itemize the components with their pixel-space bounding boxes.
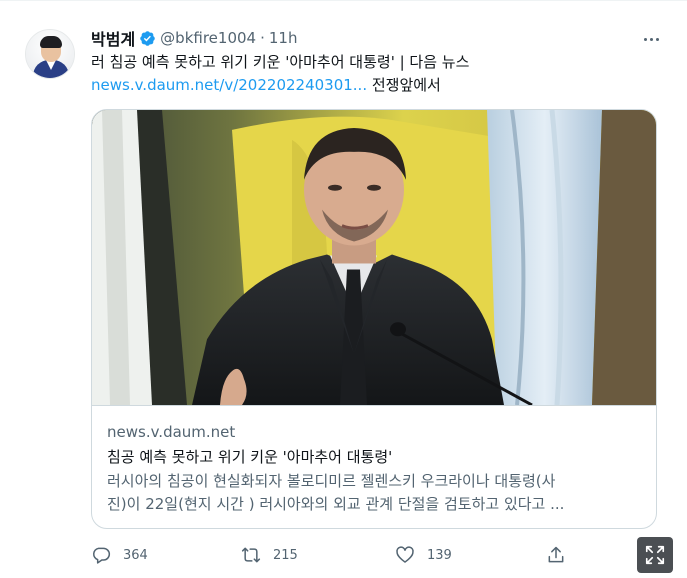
card-description-line-1: 러시아의 침공이 현실화되자 볼로디미르 젤렌스키 우크라이나 대통령(사 [107,472,556,490]
separator-dot: · [260,29,265,47]
tweet-link[interactable]: news.v.daum.net/v/202202240301... [91,76,367,94]
timestamp[interactable]: 11h [269,29,298,47]
more-dot [649,37,653,41]
tweet-header: 박범계 @bkfire1004 · 11h [91,27,297,49]
more-dot [643,37,647,41]
news-photo[interactable] [92,110,657,406]
card-domain: news.v.daum.net [107,423,236,441]
like-count: 139 [427,547,452,563]
tweet[interactable]: 박범계 @bkfire1004 · 11h 러 침공 예측 못하고 위기 키운 … [0,0,687,578]
tweet-text-line-2: news.v.daum.net/v/202202240301... 전쟁앞에서 [91,74,441,96]
tweet-text-line-1: 러 침공 예측 못하고 위기 키운 '아마추어 대통령' | 다음 뉴스 [91,53,470,71]
card-description: 러시아의 침공이 현실화되자 볼로디미르 젤렌스키 우크라이나 대통령(사 진)… [107,470,647,516]
link-card[interactable]: news.v.daum.net 침공 예측 못하고 위기 키운 '아마추어 대통… [91,109,657,529]
card-description-line-2: 진)이 22일(현지 시간 ) 러시아와의 외교 관계 단절을 검토하고 있다고… [107,495,565,513]
action-bar: 364 215 139 [91,544,591,566]
reply-button[interactable]: 364 [91,544,148,566]
author-handle[interactable]: @bkfire1004 [160,29,256,47]
author-name[interactable]: 박범계 [91,26,135,50]
reply-icon [93,547,111,564]
share-button[interactable] [546,544,566,566]
more-icon[interactable] [639,29,663,49]
avatar-hair [40,36,62,48]
like-button[interactable]: 139 [395,544,452,566]
heart-icon [396,546,414,563]
retweet-count: 215 [273,547,298,563]
card-title[interactable]: 침공 예측 못하고 위기 키운 '아마추어 대통령' [107,446,392,467]
retweet-button[interactable]: 215 [241,544,298,566]
expand-icon [645,545,665,565]
expand-button[interactable] [637,537,673,573]
retweet-icon [241,547,261,563]
avatar[interactable] [25,29,75,79]
verified-badge-icon [140,30,155,46]
tweet-text-tail: 전쟁앞에서 [367,76,441,94]
reply-count: 364 [123,547,148,563]
more-dot [655,37,659,41]
share-icon [548,546,564,563]
